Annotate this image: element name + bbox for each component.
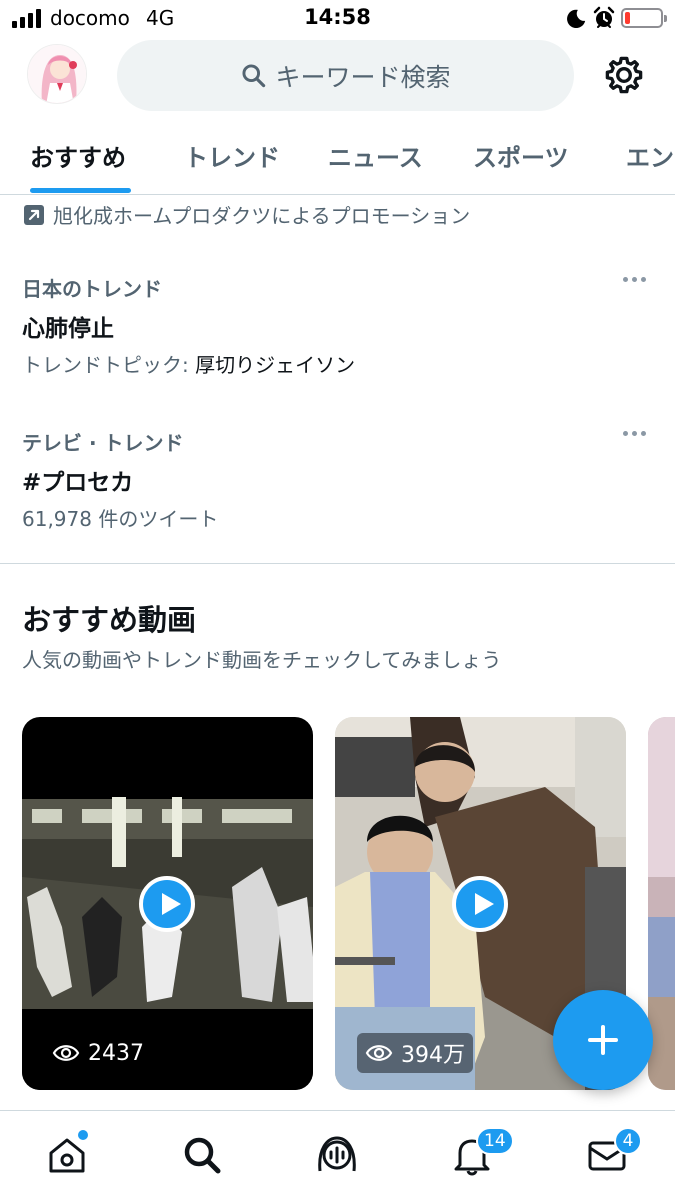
search-icon — [242, 64, 266, 88]
active-tab-indicator — [30, 188, 131, 193]
more-icon[interactable] — [623, 431, 653, 441]
view-count: 394万 — [357, 1033, 473, 1073]
compose-button[interactable] — [553, 990, 653, 1090]
videos-section-subtitle: 人気の動画やトレンド動画をチェックしてみましょう — [22, 648, 502, 672]
battery-icon — [621, 8, 667, 28]
tab-sports[interactable]: スポーツ — [473, 138, 569, 173]
more-icon[interactable] — [623, 277, 653, 287]
gear-icon[interactable] — [603, 54, 645, 96]
messages-badge: 4 — [614, 1127, 642, 1155]
trend-context: 日本のトレンド — [22, 277, 162, 301]
trend-meta: トレンドトピック: 厚切りジェイソン — [22, 353, 356, 377]
trend-item[interactable]: 日本のトレンド 心肺停止 トレンドトピック: 厚切りジェイソン — [0, 273, 675, 413]
trend-title: #プロセカ — [22, 470, 134, 496]
eye-icon — [52, 1045, 80, 1061]
view-count: 2437 — [44, 1033, 152, 1073]
spaces-icon[interactable] — [315, 1133, 359, 1177]
eye-icon — [365, 1045, 393, 1061]
play-icon[interactable] — [452, 876, 508, 932]
trend-meta: 61,978 件のツイート — [22, 507, 219, 531]
signal-icon — [12, 9, 43, 28]
trend-item[interactable]: テレビ · トレンド #プロセカ 61,978 件のツイート — [0, 427, 675, 567]
video-card[interactable]: 2437 — [22, 717, 313, 1090]
home-new-dot — [78, 1130, 88, 1140]
alarm-icon — [593, 6, 615, 28]
tab-recommended[interactable]: おすすめ — [30, 138, 126, 173]
trend-title: 心肺停止 — [22, 316, 114, 342]
section-divider — [0, 563, 675, 564]
status-bar: docomo 4G 14:58 — [0, 0, 675, 38]
view-count-text: 2437 — [88, 1040, 144, 1066]
notifications-badge: 14 — [476, 1127, 514, 1155]
carrier-label: docomo — [50, 6, 130, 30]
avatar[interactable] — [27, 44, 87, 104]
network-label: 4G — [146, 6, 175, 30]
promoted-icon — [24, 204, 44, 225]
promoted-label[interactable]: 旭化成ホームプロダクツによるプロモーション — [23, 200, 470, 229]
tab-entertainment[interactable]: エン — [626, 138, 674, 173]
bottom-navigation: 14 4 — [0, 1110, 675, 1200]
view-count-text: 394万 — [401, 1043, 465, 1068]
trend-context: テレビ · トレンド — [22, 431, 184, 455]
tab-news[interactable]: ニュース — [328, 138, 423, 173]
search-input[interactable]: キーワード検索 — [117, 40, 574, 111]
promoted-text: 旭化成ホームプロダクツによるプロモーション — [53, 204, 471, 228]
videos-section-title: おすすめ動画 — [22, 603, 197, 637]
play-icon[interactable] — [139, 876, 195, 932]
explore-tabs: おすすめ トレンド ニュース スポーツ エン — [0, 120, 675, 195]
tab-trends[interactable]: トレンド — [184, 138, 280, 173]
search-placeholder: キーワード検索 — [275, 62, 451, 92]
search-icon[interactable] — [180, 1133, 224, 1177]
moon-icon — [567, 9, 586, 29]
